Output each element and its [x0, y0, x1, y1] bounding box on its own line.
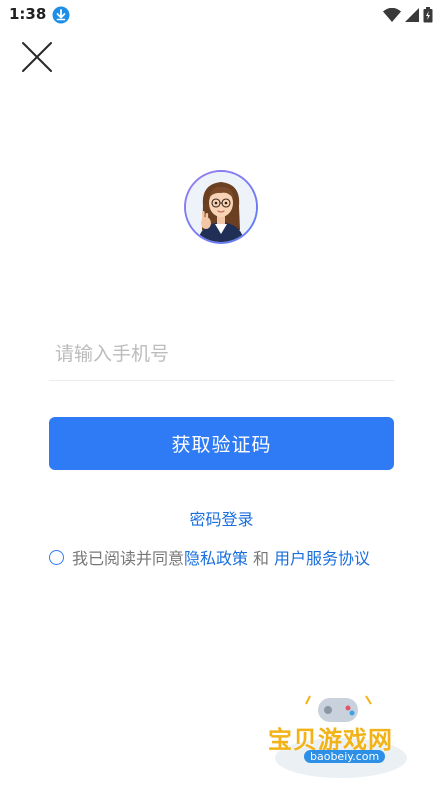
- phone-input[interactable]: [49, 328, 394, 380]
- watermark-url: baobeiy.com: [304, 750, 386, 763]
- get-code-button[interactable]: 获取验证码: [49, 417, 394, 470]
- agreement-and: 和: [253, 549, 270, 568]
- agreement-prefix: 我已阅读并同意: [72, 549, 185, 568]
- status-bar: 1:38: [0, 0, 443, 30]
- privacy-policy-link[interactable]: 隐私政策: [184, 545, 248, 569]
- battery-icon: [423, 7, 433, 23]
- signal-icon: [405, 8, 419, 22]
- close-icon: [22, 42, 52, 72]
- agreement-row: 我已阅读并同意 隐私政策 和 用户服务协议: [49, 546, 370, 568]
- avatar-illustration: [186, 172, 256, 242]
- avatar: [184, 170, 258, 244]
- phone-field: [49, 328, 394, 381]
- wifi-icon: [383, 8, 401, 22]
- agreement-checkbox[interactable]: [49, 549, 64, 565]
- password-login-link[interactable]: 密码登录: [0, 506, 443, 530]
- close-button[interactable]: [18, 38, 56, 76]
- watermark: 宝贝游戏网 baobeiy.com: [266, 690, 416, 782]
- status-time: 1:38: [9, 5, 47, 23]
- download-icon: [52, 6, 70, 24]
- status-icons: [383, 6, 433, 24]
- user-terms-link[interactable]: 用户服务协议: [274, 545, 370, 569]
